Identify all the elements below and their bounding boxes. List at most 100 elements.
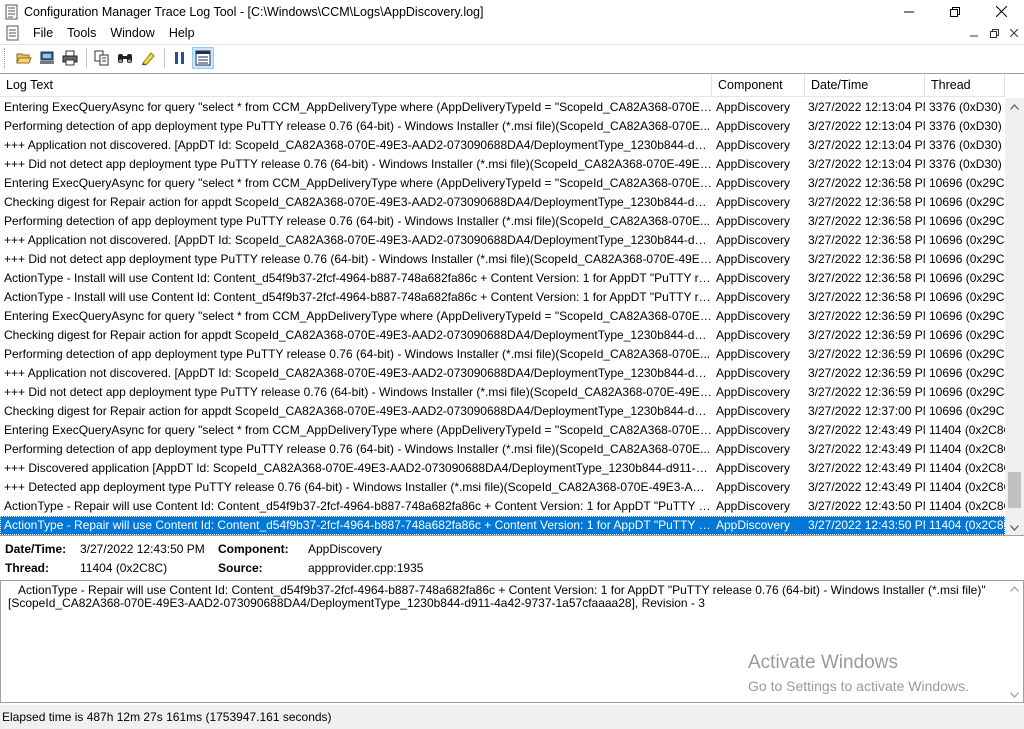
thread-label: Thread: <box>5 561 50 575</box>
datetime-cell: 3/27/2022 12:43:49 PM <box>808 461 925 475</box>
thread-cell: 10696 (0x29C8) <box>929 347 1005 361</box>
column-header-log-text[interactable]: Log Text <box>0 74 712 97</box>
table-row[interactable]: Entering ExecQueryAsync for query "selec… <box>0 421 1005 440</box>
log-text-cell: +++ Application not discovered. [AppDT I… <box>4 366 712 380</box>
print-icon[interactable] <box>59 47 81 69</box>
scroll-down-icon[interactable] <box>1005 519 1024 535</box>
open-on-server-icon[interactable] <box>36 47 58 69</box>
table-row[interactable]: Entering ExecQueryAsync for query "selec… <box>0 98 1005 117</box>
thread-cell: 10696 (0x29C8) <box>929 195 1005 209</box>
thread-cell: 3376 (0xD30) <box>929 157 1002 171</box>
datetime-cell: 3/27/2022 12:43:49 PM <box>808 423 925 437</box>
log-list-body: Entering ExecQueryAsync for query "selec… <box>0 98 1005 535</box>
document-icon[interactable] <box>5 25 21 41</box>
restore-icon[interactable] <box>932 0 978 23</box>
thread-cell: 10696 (0x29C8) <box>929 271 1005 285</box>
scroll-thumb[interactable] <box>1008 471 1021 508</box>
component-cell: AppDiscovery <box>716 138 791 152</box>
component-cell: AppDiscovery <box>716 518 791 532</box>
datetime-cell: 3/27/2022 12:43:50 PM <box>808 499 925 513</box>
component-cell: AppDiscovery <box>716 176 791 190</box>
pause-icon[interactable] <box>169 47 191 69</box>
table-row[interactable]: ActionType - Install will use Content Id… <box>0 288 1005 307</box>
thread-cell: 3376 (0xD30) <box>929 100 1002 114</box>
thread-cell: 11404 (0x2C8C) <box>929 461 1005 475</box>
log-list-header: Log Text Component Date/Time Thread <box>0 74 1005 97</box>
log-text-cell: Checking digest for Repair action for ap… <box>4 404 712 418</box>
mdi-restore-icon[interactable] <box>984 23 1004 43</box>
table-row[interactable]: +++ Application not discovered. [AppDT I… <box>0 136 1005 155</box>
datetime-cell: 3/27/2022 12:36:58 PM <box>808 290 925 304</box>
table-row[interactable]: Entering ExecQueryAsync for query "selec… <box>0 307 1005 326</box>
table-row[interactable]: +++ Did not detect app deployment type P… <box>0 383 1005 402</box>
column-header-component[interactable]: Component <box>712 74 805 97</box>
table-row[interactable]: Performing detection of app deployment t… <box>0 117 1005 136</box>
menu-tools[interactable]: Tools <box>61 26 104 40</box>
thread-cell: 10696 (0x29C8) <box>929 328 1005 342</box>
datetime-cell: 3/27/2022 12:13:04 PM <box>808 100 925 114</box>
minimize-icon[interactable] <box>886 0 932 23</box>
table-row[interactable]: Checking digest for Repair action for ap… <box>0 402 1005 421</box>
table-row[interactable]: Entering ExecQueryAsync for query "selec… <box>0 174 1005 193</box>
message-scroll-down-icon[interactable] <box>1006 687 1023 702</box>
columns-icon[interactable] <box>192 47 214 69</box>
copy-icon[interactable] <box>91 47 113 69</box>
highlight-icon[interactable] <box>137 47 159 69</box>
datetime-cell: 3/27/2022 12:37:00 PM <box>808 404 925 418</box>
table-row[interactable]: ActionType - Install will use Content Id… <box>0 269 1005 288</box>
table-row[interactable]: +++ Application not discovered. [AppDT I… <box>0 231 1005 250</box>
log-text-cell: +++ Did not detect app deployment type P… <box>4 157 712 171</box>
column-header-datetime[interactable]: Date/Time <box>805 74 925 97</box>
thread-cell: 10696 (0x29C8) <box>929 252 1005 266</box>
menu-file[interactable]: File <box>27 26 61 40</box>
vertical-scrollbar[interactable] <box>1005 98 1024 535</box>
component-cell: AppDiscovery <box>716 347 791 361</box>
datetime-cell: 3/27/2022 12:13:04 PM <box>808 119 925 133</box>
table-row[interactable]: Performing detection of app deployment t… <box>0 440 1005 459</box>
thread-cell: 3376 (0xD30) <box>929 138 1002 152</box>
log-text-cell: Checking digest for Repair action for ap… <box>4 195 712 209</box>
datetime-cell: 3/27/2022 12:36:59 PM <box>808 347 925 361</box>
toolbar-grip[interactable] <box>4 48 7 68</box>
thread-cell: 10696 (0x29C8) <box>929 233 1005 247</box>
table-row[interactable]: Performing detection of app deployment t… <box>0 345 1005 364</box>
table-row-selected[interactable]: ActionType - Repair will use Content Id:… <box>0 516 1005 535</box>
mdi-minimize-icon[interactable] <box>964 23 984 43</box>
table-row[interactable]: +++ Discovered application [AppDT Id: Sc… <box>0 459 1005 478</box>
datetime-cell: 3/27/2022 12:13:04 PM <box>808 138 925 152</box>
entry-details: Date/Time: 3/27/2022 12:43:50 PM Compone… <box>0 537 1024 580</box>
message-text: ActionType - Repair will use Content Id:… <box>8 583 986 610</box>
thread-cell: 10696 (0x29C8) <box>929 404 1005 418</box>
scroll-up-icon[interactable] <box>1005 98 1024 115</box>
menu-help[interactable]: Help <box>163 26 203 40</box>
datetime-cell: 3/27/2022 12:13:04 PM <box>808 157 925 171</box>
message-scroll-up-icon[interactable] <box>1006 581 1023 596</box>
table-row[interactable]: +++ Detected app deployment type PuTTY r… <box>0 478 1005 497</box>
component-cell: AppDiscovery <box>716 195 791 209</box>
table-row[interactable]: Checking digest for Repair action for ap… <box>0 326 1005 345</box>
log-text-cell: +++ Did not detect app deployment type P… <box>4 385 712 399</box>
table-row[interactable]: ActionType - Repair will use Content Id:… <box>0 497 1005 516</box>
menu-window[interactable]: Window <box>104 26 162 40</box>
message-scrollbar[interactable] <box>1006 581 1023 702</box>
component-cell: AppDiscovery <box>716 157 791 171</box>
log-text-cell: Entering ExecQueryAsync for query "selec… <box>4 100 712 114</box>
table-row[interactable]: Performing detection of app deployment t… <box>0 212 1005 231</box>
log-text-cell: +++ Application not discovered. [AppDT I… <box>4 138 712 152</box>
toolbar <box>0 44 1024 71</box>
component-label: Component: <box>218 542 289 556</box>
table-row[interactable]: +++ Application not discovered. [AppDT I… <box>0 364 1005 383</box>
log-text-cell: ActionType - Install will use Content Id… <box>4 271 712 285</box>
table-row[interactable]: +++ Did not detect app deployment type P… <box>0 155 1005 174</box>
find-icon[interactable] <box>114 47 136 69</box>
mdi-close-icon[interactable] <box>1004 23 1024 43</box>
log-text-cell: ActionType - Repair will use Content Id:… <box>4 518 712 532</box>
column-header-thread[interactable]: Thread <box>925 74 1005 97</box>
open-icon[interactable] <box>13 47 35 69</box>
close-icon[interactable] <box>978 0 1024 23</box>
component-cell: AppDiscovery <box>716 404 791 418</box>
status-bar: Elapsed time is 487h 12m 27s 161ms (1753… <box>0 705 1024 729</box>
table-row[interactable]: +++ Did not detect app deployment type P… <box>0 250 1005 269</box>
table-row[interactable]: Checking digest for Repair action for ap… <box>0 193 1005 212</box>
log-list[interactable]: Log Text Component Date/Time Thread Ente… <box>0 73 1024 536</box>
